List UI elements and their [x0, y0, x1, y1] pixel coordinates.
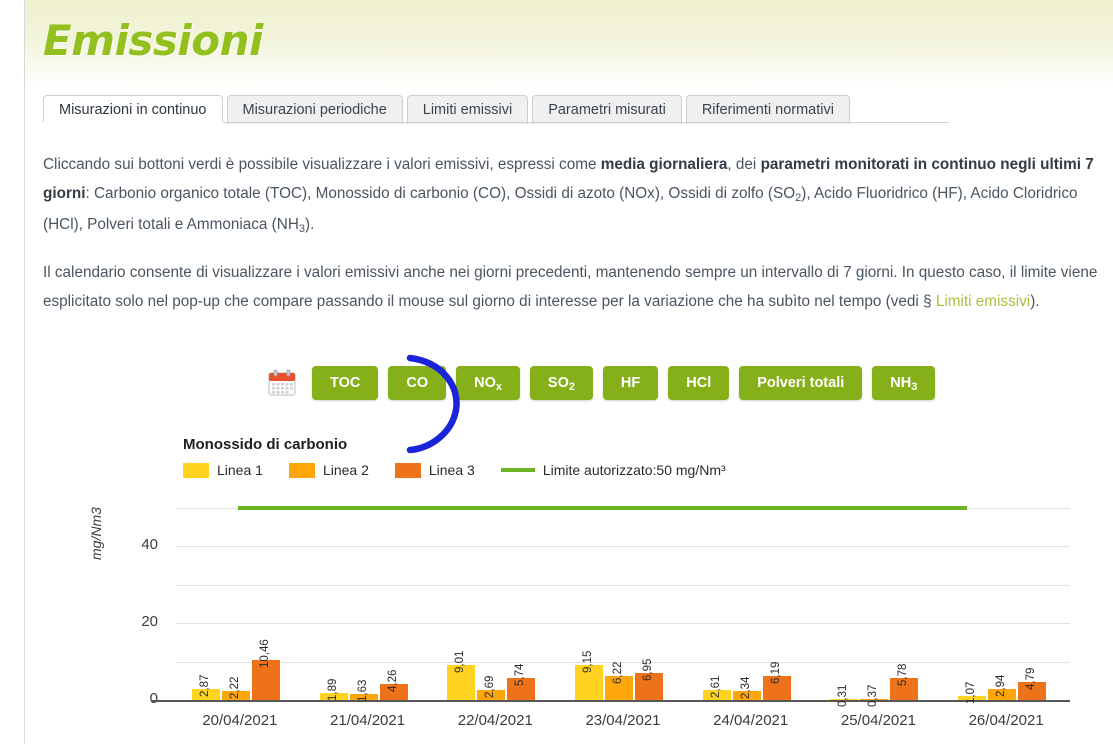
subscript: 2 [568, 381, 575, 393]
param-button-co[interactable]: CO [388, 366, 447, 400]
tab-misurazioni-periodiche[interactable]: Misurazioni periodiche [226, 95, 403, 124]
bar-value-label: 6,22 [612, 661, 624, 685]
legend-label: Linea 2 [322, 462, 369, 478]
calendar-icon[interactable] [268, 369, 296, 397]
param-button-so2[interactable]: SO 2 [529, 366, 593, 400]
tab-misurazioni-in-continuo[interactable]: Misurazioni in continuo [43, 95, 223, 124]
limit-line [238, 506, 967, 510]
x-axis-tick: 21/04/2021 [330, 712, 406, 729]
param-button-label: NH [890, 375, 912, 391]
x-axis-tick: 24/04/2021 [713, 712, 789, 729]
param-button-nh3[interactable]: NH 3 [872, 366, 936, 400]
param-button-toc[interactable]: TOC [312, 366, 379, 400]
subscript: 3 [298, 223, 305, 235]
bar-value-label: 1,63 [356, 679, 369, 702]
emphasis-text: parametri monitorati in continuo negli u… [43, 156, 1094, 202]
limiti-emissivi-link[interactable]: Limiti emissivi [936, 293, 1030, 310]
param-button-label: NO [474, 375, 496, 391]
bar-value-label: 2,69 [484, 675, 497, 698]
bar-value-label: 2,94 [995, 674, 1008, 697]
tab-label: Misurazioni periodiche [242, 102, 387, 118]
bar-value-label: 9,01 [454, 651, 467, 674]
x-axis-tick: 20/04/2021 [202, 712, 278, 729]
x-axis-stub [152, 700, 176, 702]
tab-label: Parametri misurati [548, 102, 666, 118]
param-button-label: HF [620, 375, 641, 391]
emphasis-text: media giornaliera [600, 156, 728, 173]
chart-title: Monossido di carbonio [183, 436, 348, 453]
tab-riferimenti-normativi[interactable]: Riferimenti normativi [685, 95, 850, 124]
y-axis-tick: 40 [141, 536, 158, 554]
legend-limit-line [500, 468, 535, 472]
legend-swatch [394, 462, 421, 478]
active-tab-mask [43, 122, 223, 124]
tab-label: Limiti emissivi [422, 102, 513, 118]
legend-item-limite: Limite autorizzato:50 mg/Nm³ [500, 462, 726, 478]
tab-label: Misurazioni in continuo [59, 102, 207, 118]
param-button-label: HCl [686, 375, 712, 391]
param-button-label: Polveri totali [757, 375, 845, 391]
intro-paragraph-2: Il calendario consente di visualizzare i… [43, 264, 1098, 310]
tab-bar[interactable]: Misurazioni in continuo Misurazioni perio… [43, 94, 854, 124]
param-button-nox[interactable]: NO x [456, 366, 520, 400]
param-button-label: SO [547, 375, 569, 391]
bar-value-label: 10,46 [258, 639, 271, 668]
x-axis-tick: 26/04/2021 [968, 712, 1044, 729]
bar-value-label: 1,07 [965, 681, 978, 704]
page-title: Emissioni [43, 16, 263, 65]
bar-value-label: 9,15 [582, 650, 594, 673]
param-button-hcl[interactable]: HCl [668, 366, 730, 400]
legend-label: Linea 1 [217, 462, 263, 478]
bar-value-label: 4,26 [386, 669, 399, 692]
bar-value-label: 0,37 [867, 684, 880, 707]
parameter-button-row[interactable]: TOC CO NO x SO 2 HF HCl Polveri totali NH 3 [268, 366, 936, 400]
legend-item-linea-1: Linea 1 [183, 462, 263, 478]
legend-swatch [183, 462, 209, 478]
subscript: 2 [795, 192, 802, 204]
legend-limit-label: Limite autorizzato:50 mg/Nm³ [542, 462, 726, 478]
bar-value-label: 1,89 [326, 678, 339, 701]
tab-label: Riferimenti normativi [701, 102, 834, 118]
param-button-polveri-totali[interactable]: Polveri totali [739, 366, 863, 400]
gridline [176, 623, 1070, 625]
tab-limiti-emissivi[interactable]: Limiti emissivi [406, 95, 529, 124]
intro-paragraph-1: Cliccando sui bottoni verdi è possibile … [43, 156, 1094, 235]
gridline [176, 584, 1070, 586]
param-button-hf[interactable]: HF [602, 366, 659, 400]
bar-value-label: 5,78 [897, 663, 910, 686]
subscript: 3 [911, 381, 918, 393]
subscript: x [495, 381, 502, 393]
bar-value-label: 2,22 [228, 677, 241, 700]
bar-chart-plot: 0 20 40 2,87 2,22 10,46 20/04/2021 1,89 1,63 4,26… [0, 495, 1113, 744]
bar-value-label: 6,95 [642, 658, 654, 682]
bar-value-label: 2,61 [709, 675, 722, 698]
bar-value-label: 2,34 [739, 676, 752, 699]
legend-item-linea-2: Linea 2 [288, 462, 369, 478]
param-button-label: TOC [330, 375, 361, 391]
bar-value-label: 2,87 [198, 674, 211, 697]
tab-parametri-misurati[interactable]: Parametri misurati [532, 95, 682, 124]
x-axis-tick: 22/04/2021 [457, 712, 533, 729]
y-axis-tick: 0 [149, 690, 158, 707]
legend-swatch [288, 462, 315, 478]
legend-label: Linea 3 [428, 462, 475, 478]
x-axis-tick: 25/04/2021 [840, 712, 916, 729]
gridline [176, 546, 1070, 548]
emissions-page: Emissioni Misurazioni in continuo Misuraz… [0, 0, 1113, 744]
x-axis-line [176, 700, 1070, 702]
bar-value-label: 0,31 [837, 684, 850, 707]
chart-legend: Linea 1 Linea 2 Linea 3 Limite autorizzato:… [183, 462, 726, 478]
bar-value-label: 4,79 [1025, 667, 1038, 690]
x-axis-tick: 23/04/2021 [585, 712, 661, 729]
param-button-label: CO [406, 375, 429, 391]
legend-item-linea-3: Linea 3 [394, 462, 475, 478]
bar-value-label: 5,74 [514, 663, 527, 686]
y-axis-tick: 20 [141, 613, 158, 631]
bar-value-label: 6,19 [769, 661, 782, 685]
